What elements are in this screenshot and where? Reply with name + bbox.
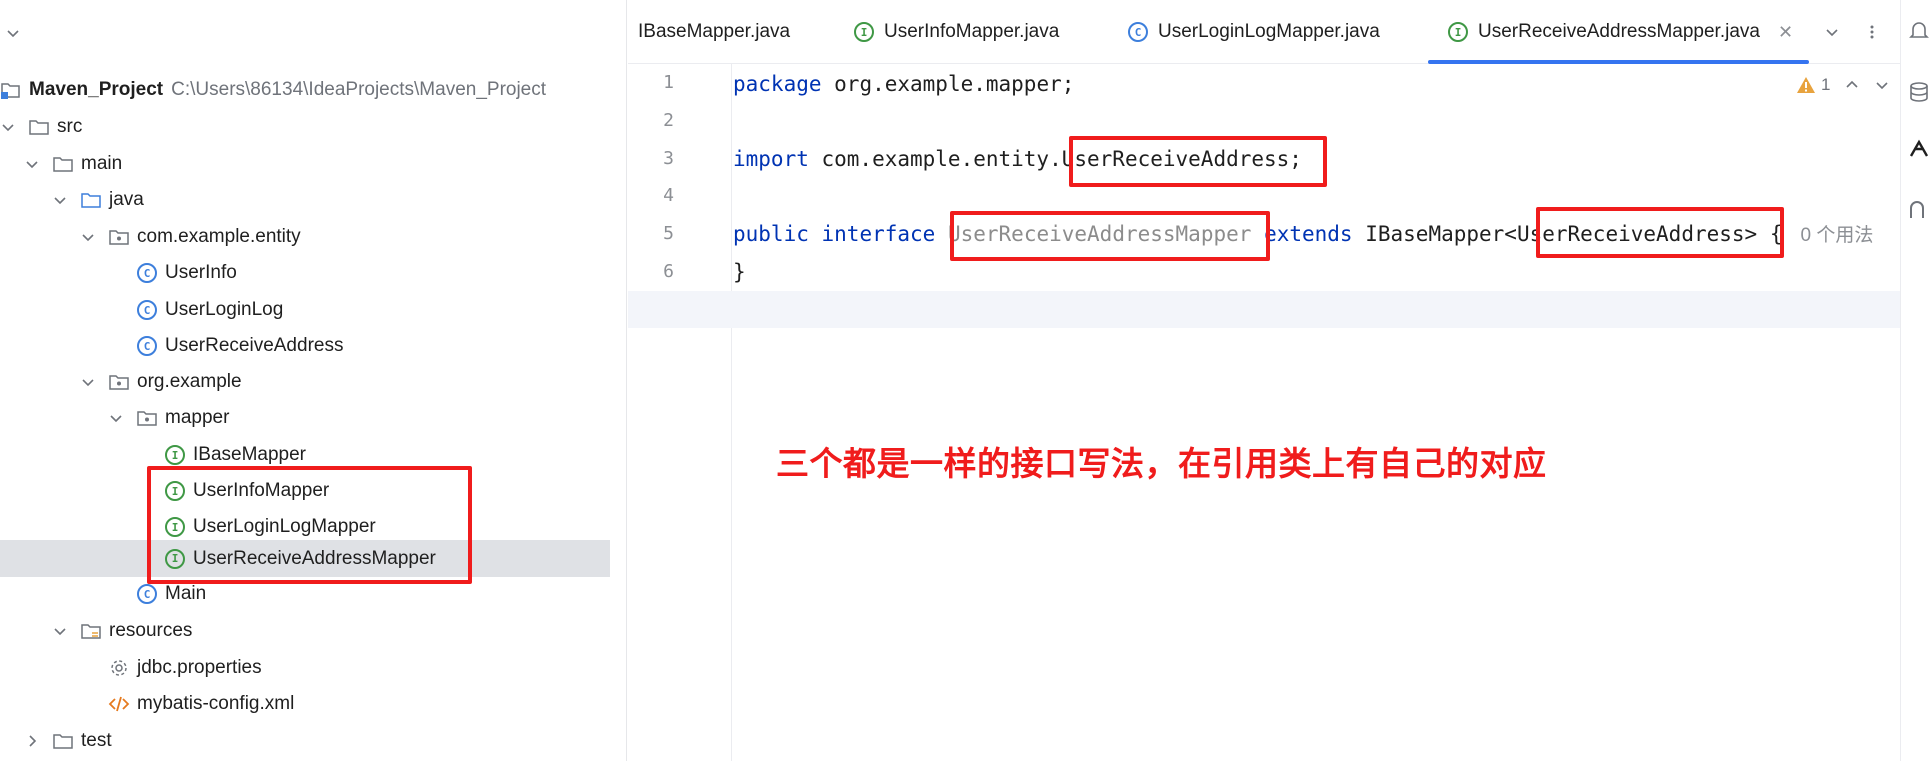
interface-icon: I — [164, 444, 186, 466]
tree-item-resources[interactable]: resources — [0, 613, 610, 649]
project-tool-window: Maven_Project C:\Users\86134\IdeaProject… — [0, 0, 627, 761]
chevron-down-icon[interactable] — [108, 410, 124, 426]
tree-item-jdbc-properties[interactable]: jdbc.properties — [0, 650, 610, 686]
editor-gutter: 1 2 3 4 5 6 7 — [628, 64, 732, 761]
package-icon — [108, 371, 130, 393]
project-panel-header — [0, 0, 627, 72]
chevron-down-icon[interactable] — [6, 26, 20, 40]
tree-item-label: UserLoginLog — [165, 299, 284, 320]
chevron-down-icon[interactable] — [52, 192, 68, 208]
warning-count: 1 — [1821, 75, 1831, 94]
chevron-right-icon[interactable] — [24, 733, 40, 749]
annotation-box-import — [1069, 136, 1327, 187]
project-root-path: C:\Users\86134\IdeaProjects\Maven_Projec… — [171, 79, 547, 100]
chevron-down-icon[interactable] — [1874, 77, 1890, 93]
tree-item-userloginlog[interactable]: C UserLoginLog — [0, 292, 610, 328]
tab-label: UserInfoMapper.java — [884, 21, 1060, 42]
tree-item-userinfo[interactable]: C UserInfo — [0, 255, 610, 291]
annotation-box-generic-type — [1536, 207, 1784, 258]
right-tool-strip — [1900, 0, 1929, 761]
tree-item-package-mapper[interactable]: mapper — [0, 400, 610, 436]
tree-item-label: IBaseMapper — [193, 444, 307, 465]
interface-icon: I — [854, 22, 874, 42]
package-icon — [108, 226, 130, 248]
resources-folder-icon — [80, 620, 102, 642]
xml-file-icon — [108, 693, 130, 715]
chevron-up-icon[interactable] — [1844, 77, 1860, 93]
tree-item-project-root[interactable]: Maven_Project C:\Users\86134\IdeaProject… — [0, 72, 610, 108]
chevron-down-icon[interactable] — [80, 374, 96, 390]
tree-item-label: Main — [165, 583, 207, 604]
maven-icon[interactable] — [1907, 138, 1929, 162]
tab-userinfomapper[interactable]: I UserInfoMapper.java — [854, 0, 1059, 64]
package-icon — [136, 407, 158, 429]
tree-item-label: jdbc.properties — [137, 657, 262, 678]
tree-item-main[interactable]: main — [0, 146, 610, 182]
runnable-class-icon: C — [136, 583, 158, 605]
chevron-down-icon[interactable] — [0, 119, 16, 135]
current-line-highlight — [628, 291, 1900, 328]
database-icon[interactable] — [1907, 80, 1929, 104]
close-icon[interactable]: ✕ — [1778, 22, 1793, 43]
annotation-box-interface-name — [950, 211, 1270, 261]
line-number: 4 — [663, 185, 674, 206]
tree-item-test[interactable]: test — [0, 723, 610, 759]
tree-item-label: java — [109, 189, 144, 210]
tree-item-label: mybatis-config.xml — [137, 693, 295, 714]
more-options-icon[interactable] — [1860, 20, 1884, 44]
tab-label: UserReceiveAddressMapper.java — [1478, 21, 1760, 42]
tree-item-label: test — [81, 730, 112, 751]
interface-icon: I — [1448, 22, 1468, 42]
folder-icon — [52, 730, 74, 752]
notifications-icon[interactable] — [1907, 18, 1929, 42]
copilot-icon[interactable] — [1907, 198, 1929, 222]
code-line-6: } — [733, 259, 746, 284]
line-number: 5 — [663, 223, 674, 244]
annotation-text: 三个都是一样的接口写法，在引用类上有自己的对应 — [776, 444, 1547, 483]
line-number: 6 — [663, 261, 674, 282]
tree-item-label: resources — [109, 620, 193, 641]
tab-label: UserLoginLogMapper.java — [1158, 21, 1380, 42]
class-icon: C — [136, 335, 158, 357]
class-icon: C — [136, 262, 158, 284]
class-icon: C — [1128, 22, 1148, 42]
warning-icon — [1797, 77, 1815, 93]
tree-item-label: org.example — [137, 371, 242, 392]
tab-userreceiveaddressmapper[interactable]: I UserReceiveAddressMapper.java ✕ — [1428, 0, 1810, 64]
tree-item-package-entity[interactable]: com.example.entity — [0, 219, 610, 255]
source-folder-icon — [80, 189, 102, 211]
tab-userloginlogmapper[interactable]: C UserLoginLogMapper.java — [1128, 0, 1380, 64]
code-line-1: package org.example.mapper; — [733, 71, 1075, 96]
tree-item-label: mapper — [165, 407, 230, 428]
folder-icon — [28, 116, 50, 138]
tab-ibasemapper[interactable]: IBaseMapper.java — [638, 0, 790, 64]
annotation-box-mapper-files — [147, 466, 472, 584]
tree-item-label: UserInfo — [165, 262, 237, 283]
tree-item-label: com.example.entity — [137, 226, 301, 247]
gear-icon — [108, 657, 130, 679]
class-icon: C — [136, 299, 158, 321]
usages-hint[interactable]: 0 个用法 — [1800, 220, 1873, 247]
inspection-widget[interactable]: 1 — [1796, 74, 1890, 96]
module-folder-icon — [0, 79, 22, 101]
folder-icon — [52, 153, 74, 175]
tree-item-src[interactable]: src — [0, 109, 610, 145]
line-number: 1 — [663, 72, 674, 93]
chevron-down-icon[interactable] — [24, 156, 40, 172]
tree-item-userreceiveaddress[interactable]: C UserReceiveAddress — [0, 328, 610, 364]
tree-item-mybatis-config[interactable]: mybatis-config.xml — [0, 686, 610, 722]
project-root-name: Maven_Project — [29, 79, 164, 100]
tree-item-label: UserReceiveAddress — [165, 335, 344, 356]
chevron-down-icon[interactable] — [52, 623, 68, 639]
editor-tab-bar: IBaseMapper.java I UserInfoMapper.java C… — [628, 0, 1900, 64]
line-number: 2 — [663, 110, 674, 131]
tree-item-java[interactable]: java — [0, 182, 610, 218]
tree-item-package-org-example[interactable]: org.example — [0, 364, 610, 400]
tree-item-label: main — [81, 153, 123, 174]
tab-label: IBaseMapper.java — [638, 21, 791, 42]
chevron-down-icon[interactable] — [1820, 20, 1844, 44]
tree-item-label: src — [57, 116, 83, 137]
chevron-down-icon[interactable] — [80, 229, 96, 245]
line-number: 3 — [663, 148, 674, 169]
